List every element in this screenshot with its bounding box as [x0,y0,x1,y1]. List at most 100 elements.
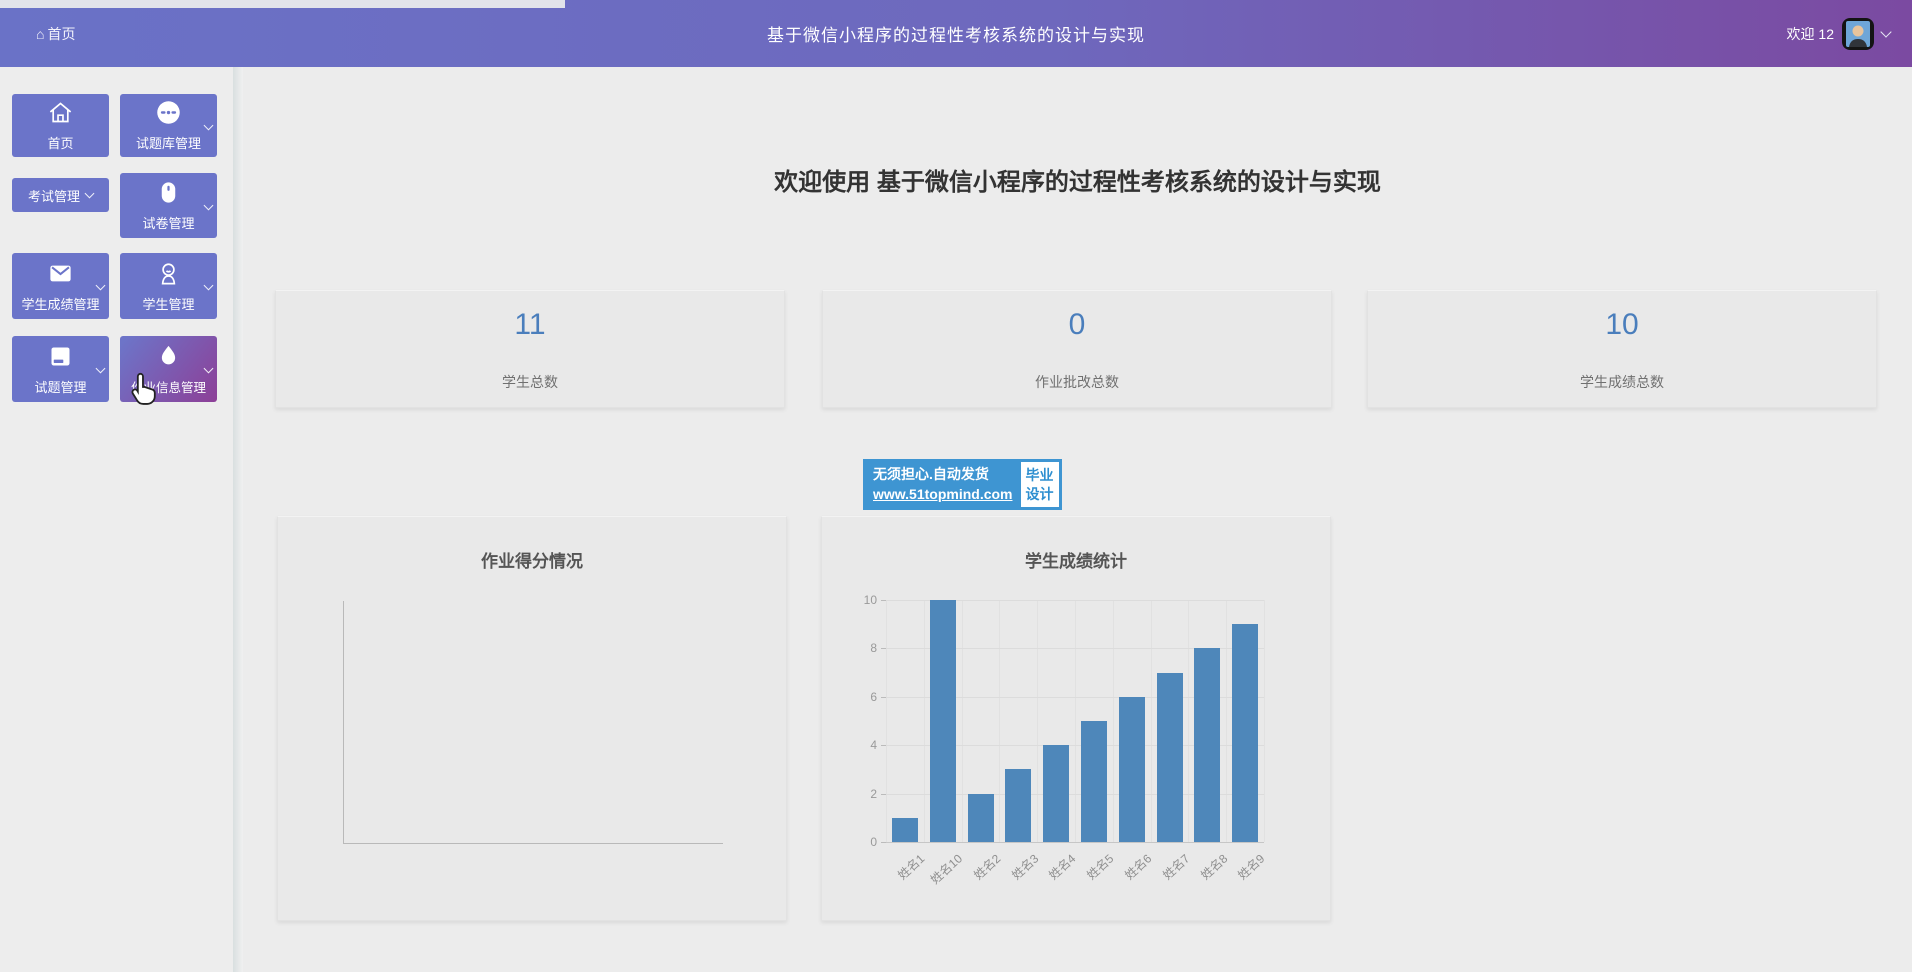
ad-url[interactable]: www.51topmind.com [873,484,1013,504]
bar [1005,769,1031,842]
chevron-down-icon [1880,26,1891,37]
gridline [962,600,963,842]
stat-card-students: 11 学生总数 [275,290,785,408]
top-header: ⌂ 首页 基于微信小程序的过程性考核系统的设计与实现 欢迎 12 [0,0,1912,67]
chevron-down-icon [204,200,214,210]
sidebar-item-exam-paper[interactable]: 试卷管理 [120,173,217,238]
gridline [1037,600,1038,842]
question-card-icon [47,343,74,370]
chevron-down-icon [204,281,214,291]
y-tick-mark [881,697,886,698]
bar [1194,648,1220,842]
user-menu[interactable]: 欢迎 12 [1787,0,1890,67]
ad-text: 无须担心.自动发货 www.51topmind.com [866,462,1021,507]
y-tick-mark [881,745,886,746]
chevron-down-icon [96,281,106,291]
y-tick-mark [881,794,886,795]
sidebar-item-exam-management[interactable]: 考试管理 [12,178,109,212]
bar [1081,721,1107,842]
ad-line1: 无须担心.自动发货 [873,464,1013,484]
chevron-down-icon [85,189,95,199]
user-avatar[interactable] [1842,18,1874,50]
bar [1157,673,1183,842]
x-tick-label: 姓名6 [1121,850,1155,883]
page-title: 基于微信小程序的过程性考核系统的设计与实现 [0,21,1912,46]
sidebar-divider [233,67,243,972]
y-tick-label: 8 [870,641,877,655]
sidebar-item-label: 试题管理 [34,377,86,396]
empty-chart-axes [343,601,723,844]
gridline [999,600,1000,842]
chart-title: 学生成绩统计 [822,547,1330,572]
sidebar-item-home[interactable]: 首页 [12,94,109,157]
gridline [1188,600,1189,842]
ad-watermark-banner[interactable]: 无须担心.自动发货 www.51topmind.com 毕业 设计 [863,459,1062,510]
gridline [886,600,887,842]
gridline [1151,600,1152,842]
bar [930,600,956,842]
x-tick-label: 姓名1 [894,850,928,883]
sidebar-item-label: 试题库管理 [136,133,201,152]
gridline [1075,600,1076,842]
ad-badge: 毕业 设计 [1021,462,1059,507]
gridline [1226,600,1227,842]
chart-title: 作业得分情况 [278,547,786,572]
x-tick-label: 姓名8 [1197,850,1231,883]
ad-badge-line: 毕业 [1026,466,1054,485]
x-tick-label: 姓名2 [970,850,1004,883]
breadcrumb-home[interactable]: ⌂ 首页 [36,0,75,67]
chevron-down-icon [96,364,106,374]
bar [892,818,918,842]
sidebar-item-label: 学生管理 [142,294,194,313]
bar-chart-plot: 0246810姓名1姓名10姓名2姓名3姓名4姓名5姓名6姓名7姓名8姓名9 [886,600,1264,842]
bar [1119,697,1145,842]
x-tick-label: 姓名4 [1045,850,1079,883]
top-edge-strip [0,0,565,8]
stat-value: 11 [514,308,545,342]
bar [968,794,994,842]
x-tick-label: 姓名3 [1008,850,1042,883]
bar [1232,624,1258,842]
main-content: 欢迎使用 基于微信小程序的过程性考核系统的设计与实现 11 学生总数 0 作业批… [243,67,1912,972]
welcome-user-text: 欢迎 12 [1787,24,1834,44]
stat-label: 学生总数 [502,372,558,392]
homework-drop-icon [155,343,182,370]
breadcrumb-label: 首页 [47,24,75,44]
y-tick-mark [881,600,886,601]
gridline [1113,600,1114,842]
cursor-hand-icon [128,371,160,407]
gridline [886,842,1264,843]
sidebar-item-student-score[interactable]: 学生成绩管理 [12,253,109,319]
question-bank-icon [155,99,182,126]
homework-score-chart-card: 作业得分情况 [277,516,787,921]
stat-label: 学生成绩总数 [1580,372,1664,392]
avatar-image [1842,18,1874,50]
sidebar: 首页 试题库管理 考试管理 试卷管理 [0,67,233,972]
x-tick-label: 姓名7 [1159,850,1193,883]
y-tick-label: 6 [870,690,877,704]
home-icon [47,99,74,126]
sidebar-item-question-management[interactable]: 试题管理 [12,336,109,402]
home-glyph-icon: ⌂ [36,26,44,42]
chevron-down-icon [204,120,214,130]
student-person-icon [155,260,182,287]
y-tick-label: 10 [864,593,877,607]
score-envelope-icon [47,260,74,287]
welcome-heading: 欢迎使用 基于微信小程序的过程性考核系统的设计与实现 [243,162,1912,197]
exam-paper-icon [155,179,182,206]
stat-card-scores: 10 学生成绩总数 [1367,290,1877,408]
stat-label: 作业批改总数 [1035,372,1119,392]
sidebar-item-question-bank[interactable]: 试题库管理 [120,94,217,157]
student-score-chart-card: 学生成绩统计 0246810姓名1姓名10姓名2姓名3姓名4姓名5姓名6姓名7姓… [821,516,1331,921]
x-tick-label: 姓名10 [927,850,966,888]
sidebar-item-label: 考试管理 [28,186,80,205]
stat-card-homework-corrections: 0 作业批改总数 [822,290,1332,408]
y-tick-label: 0 [870,835,877,849]
chevron-down-icon [204,364,214,374]
y-tick-label: 4 [870,738,877,752]
bar [1043,745,1069,842]
sidebar-item-student-management[interactable]: 学生管理 [120,253,217,319]
y-tick-mark [881,842,886,843]
y-tick-label: 2 [870,787,877,801]
gridline [924,600,925,842]
